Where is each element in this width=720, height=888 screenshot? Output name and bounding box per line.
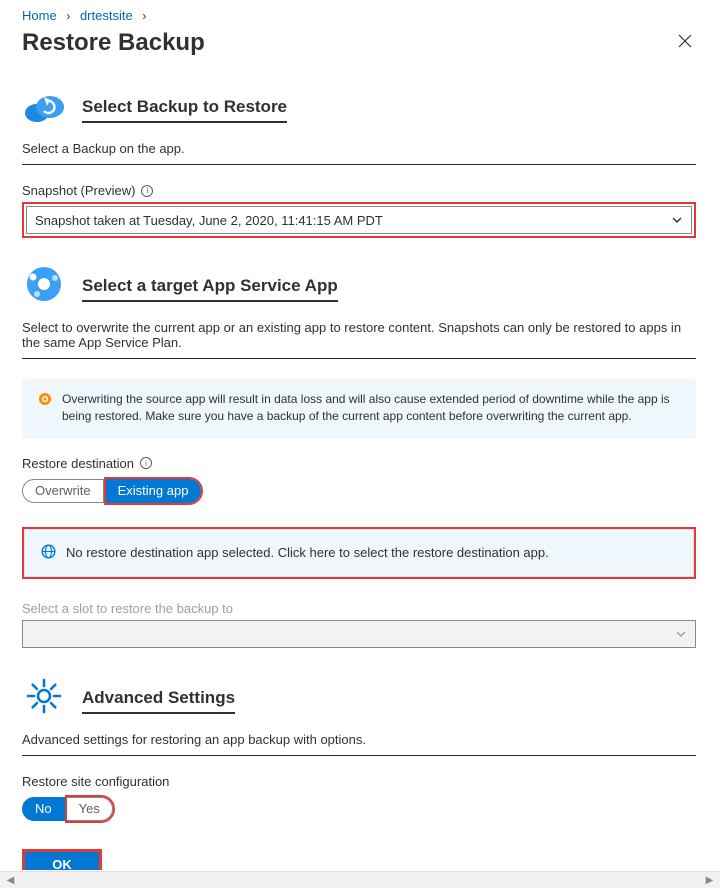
divider xyxy=(22,755,696,756)
close-icon xyxy=(678,34,692,48)
breadcrumb: Home › drtestsite › xyxy=(22,8,696,23)
pill-no[interactable]: No xyxy=(22,797,65,821)
pill-overwrite[interactable]: Overwrite xyxy=(22,479,104,503)
chevron-right-icon: › xyxy=(142,9,146,23)
highlight-ok: OK xyxy=(22,849,102,870)
horizontal-scrollbar[interactable]: ◀ ▶ xyxy=(0,871,720,888)
close-button[interactable] xyxy=(674,30,696,57)
section2-body: Select to overwrite the current app or a… xyxy=(22,320,696,350)
app-service-icon xyxy=(22,262,66,306)
restore-destination-label: Restore destination i xyxy=(22,456,696,471)
warning-text: Overwriting the source app will result i… xyxy=(62,391,680,426)
section-title-backup: Select Backup to Restore xyxy=(82,87,287,123)
highlight-yes: Yes xyxy=(65,795,115,823)
snapshot-dropdown[interactable]: Snapshot taken at Tuesday, June 2, 2020,… xyxy=(26,206,692,234)
ok-button[interactable]: OK xyxy=(25,852,99,870)
gear-icon xyxy=(22,674,66,718)
restore-destination-toggle: Overwrite Existing app xyxy=(22,477,696,505)
cloud-restore-icon xyxy=(22,83,66,127)
breadcrumb-home[interactable]: Home xyxy=(22,8,57,23)
divider xyxy=(22,358,696,359)
slot-label: Select a slot to restore the backup to xyxy=(22,601,696,616)
info-icon[interactable]: i xyxy=(140,457,152,469)
chevron-down-icon xyxy=(675,628,687,640)
section-select-backup: Select Backup to Restore xyxy=(22,83,696,127)
snapshot-label: Snapshot (Preview) i xyxy=(22,183,696,198)
snapshot-value: Snapshot taken at Tuesday, June 2, 2020,… xyxy=(35,213,383,228)
chevron-right-icon: › xyxy=(66,9,70,23)
pill-existing-app[interactable]: Existing app xyxy=(106,479,202,503)
breadcrumb-site[interactable]: drtestsite xyxy=(80,8,133,23)
divider xyxy=(22,164,696,165)
info-icon[interactable]: i xyxy=(141,185,153,197)
pill-yes[interactable]: Yes xyxy=(67,797,113,821)
overwrite-warning: Overwriting the source app will result i… xyxy=(22,379,696,438)
section3-body: Advanced settings for restoring an app b… xyxy=(22,732,696,747)
scroll-left-icon[interactable]: ◀ xyxy=(2,873,19,888)
restore-config-toggle: No Yes xyxy=(22,795,696,823)
chevron-down-icon xyxy=(671,214,683,226)
page-header: Restore Backup xyxy=(22,29,696,57)
select-destination-app[interactable]: No restore destination app selected. Cli… xyxy=(24,529,694,577)
highlight-existing: Existing app xyxy=(104,477,204,505)
section-title-advanced: Advanced Settings xyxy=(82,678,235,714)
page-title: Restore Backup xyxy=(22,29,205,57)
section-target-app: Select a target App Service App xyxy=(22,262,696,306)
globe-icon xyxy=(41,544,56,562)
destination-placeholder: No restore destination app selected. Cli… xyxy=(66,545,549,560)
scroll-right-icon[interactable]: ▶ xyxy=(701,873,718,888)
warning-icon xyxy=(38,392,52,406)
section-advanced: Advanced Settings xyxy=(22,674,696,718)
slot-dropdown xyxy=(22,620,696,648)
highlight-snapshot: Snapshot taken at Tuesday, June 2, 2020,… xyxy=(22,202,696,238)
highlight-destination-box: No restore destination app selected. Cli… xyxy=(22,527,696,579)
restore-config-label: Restore site configuration xyxy=(22,774,696,789)
restore-backup-panel: Home › drtestsite › Restore Backup Selec… xyxy=(0,0,714,870)
section-title-target: Select a target App Service App xyxy=(82,266,338,302)
section1-body: Select a Backup on the app. xyxy=(22,141,696,156)
